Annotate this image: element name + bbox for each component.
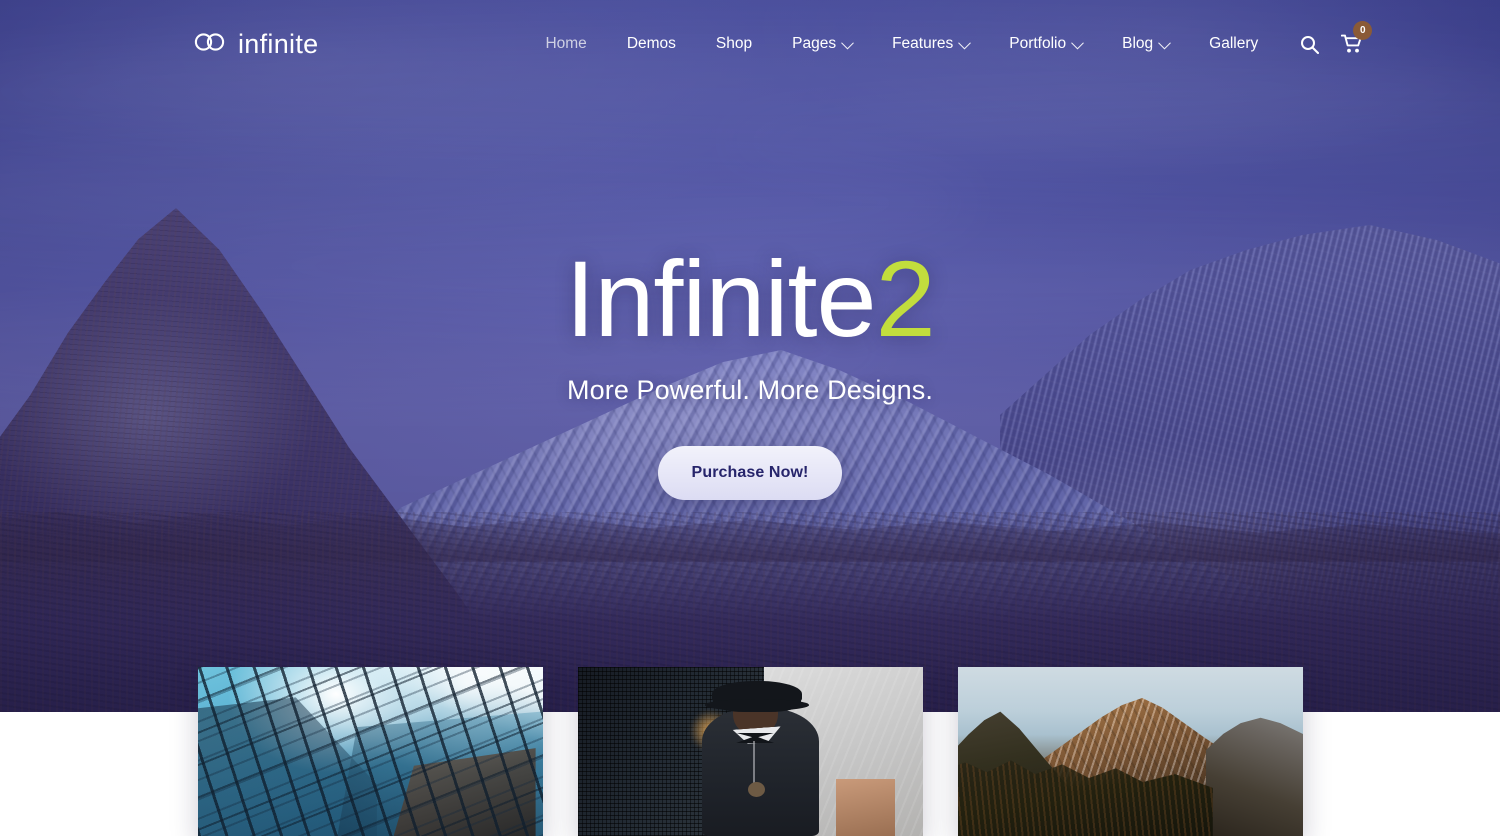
nav-item-shop[interactable]: Shop (696, 36, 772, 52)
main-navigation: Home Demos Shop Pages Features Portfolio (525, 36, 1278, 52)
infinity-circles-icon (194, 32, 226, 56)
nav-label: Gallery (1209, 35, 1259, 53)
header-actions: 0 (1300, 21, 1373, 54)
card-image-man-with-hat (577, 667, 923, 836)
purchase-now-button[interactable]: Purchase Now! (657, 446, 843, 500)
nav-item-blog[interactable]: Blog (1102, 36, 1189, 52)
nav-label: Home (545, 35, 587, 53)
nav-label: Pages (792, 35, 837, 53)
feature-card-mountain-landscape[interactable] (957, 667, 1303, 836)
nav-item-features[interactable]: Features (872, 36, 989, 52)
nav-label: Features (892, 35, 954, 53)
nav-label: Blog (1122, 35, 1154, 53)
glass-tower-left (197, 697, 377, 836)
cart-count-badge: 0 (1353, 21, 1373, 40)
feature-card-row (0, 667, 1500, 836)
steel-structure (390, 748, 536, 836)
card-image-autumn-mountains (957, 667, 1303, 836)
chevron-down-icon (958, 36, 972, 49)
chevron-down-icon (1158, 36, 1172, 49)
street-cardboard-box (836, 778, 895, 836)
feature-card-glass-building[interactable] (197, 667, 543, 836)
glass-tower-right (335, 710, 543, 836)
feature-card-street-portrait[interactable] (577, 667, 923, 836)
nav-label: Shop (715, 35, 753, 53)
hero-section (0, 0, 1500, 712)
site-header: infinite Home Demos Shop Pages Features (0, 0, 1500, 88)
nav-item-gallery[interactable]: Gallery (1189, 36, 1278, 52)
shopping-cart-icon[interactable]: 0 (1341, 21, 1373, 54)
mountain-right-ridge (1205, 717, 1303, 836)
card-image-glass-skyscraper (197, 667, 543, 836)
nav-label: Portfolio (1009, 35, 1067, 53)
nav-item-pages[interactable]: Pages (772, 36, 872, 52)
nav-item-demos[interactable]: Demos (607, 36, 696, 52)
brand-logo[interactable]: infinite (194, 28, 319, 59)
chevron-down-icon (1071, 36, 1084, 49)
nav-item-portfolio[interactable]: Portfolio (989, 36, 1102, 52)
chevron-down-icon (841, 36, 854, 49)
necklace-chain (753, 741, 756, 786)
bowler-hat-brim (705, 699, 809, 711)
brand-name: infinite (238, 28, 319, 59)
nav-label: Demos (626, 35, 676, 53)
page-root: infinite Home Demos Shop Pages Features (0, 0, 1500, 836)
search-icon[interactable] (1300, 35, 1320, 54)
nav-item-home[interactable]: Home (525, 36, 606, 52)
